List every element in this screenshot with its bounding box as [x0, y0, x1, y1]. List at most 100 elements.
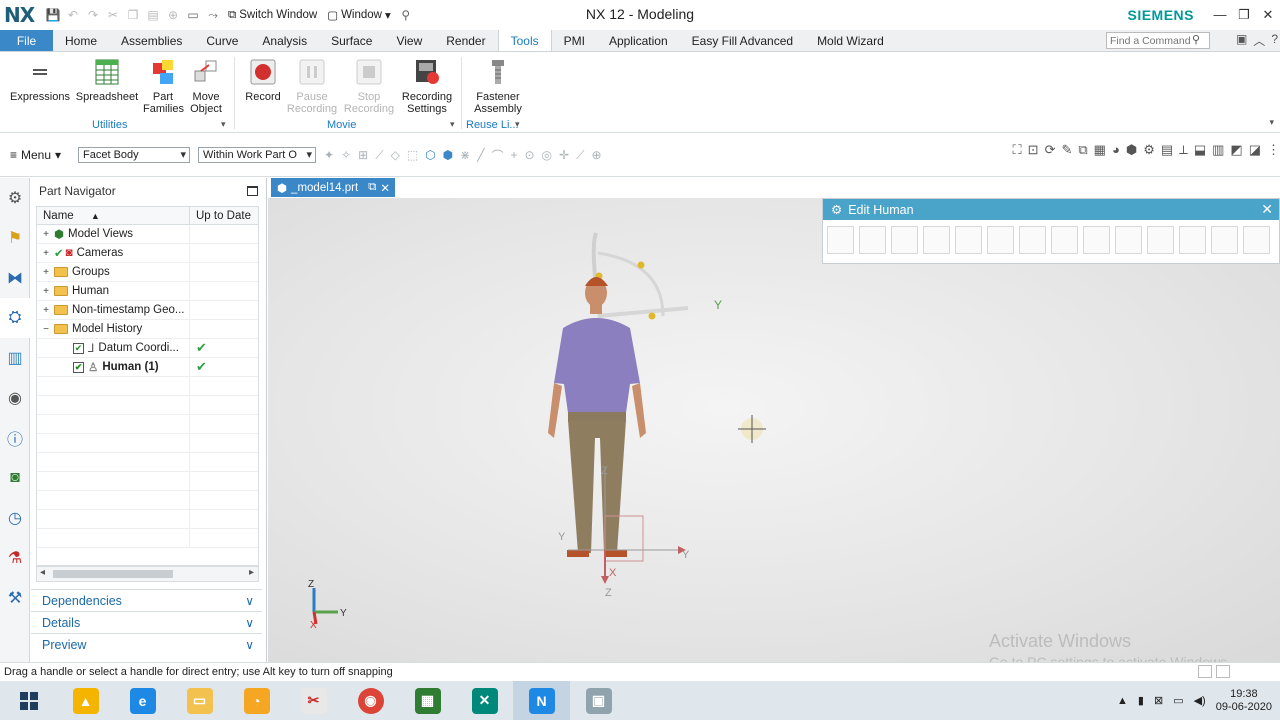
- repeat-command-icon[interactable]: ▭: [184, 6, 202, 24]
- select-body-icon[interactable]: ⬢: [443, 148, 453, 162]
- expand-icon[interactable]: +: [41, 267, 51, 278]
- tab-assemblies[interactable]: Assemblies: [109, 30, 194, 51]
- rotation-handle[interactable]: [591, 232, 689, 320]
- analysis-icon[interactable]: ⬓: [1194, 142, 1206, 158]
- fastener-assembly-button[interactable]: Fastener Assembly: [472, 57, 524, 115]
- touch-mode-icon[interactable]: ⤳: [204, 6, 222, 24]
- edit-object-display-icon[interactable]: ◪: [1249, 142, 1261, 158]
- system-clock[interactable]: 19:38 09-06-2020: [1216, 688, 1272, 714]
- cut-view-icon[interactable]: ▤: [1161, 142, 1173, 158]
- general-selection-icon[interactable]: ✦: [324, 148, 334, 162]
- paste-special-icon[interactable]: ⊕: [164, 6, 182, 24]
- horizontal-scrollbar[interactable]: ◂ ▸: [36, 566, 259, 582]
- tree-row-model-views[interactable]: + ⬢ Model Views: [37, 224, 258, 244]
- tab-view[interactable]: View: [384, 30, 434, 51]
- assembly-navigator-icon[interactable]: ⚑: [0, 218, 30, 258]
- menu-button[interactable]: ≡ Menu ▾: [0, 148, 78, 162]
- close-icon[interactable]: ✕: [1261, 201, 1273, 218]
- tree-row-human[interactable]: + Human: [37, 281, 258, 301]
- show-hide-icon[interactable]: ◩: [1230, 142, 1242, 158]
- tree-row-model-history[interactable]: − Model History: [37, 319, 258, 339]
- expand-icon[interactable]: +: [41, 305, 51, 316]
- anthropometry-icon[interactable]: [891, 226, 918, 254]
- column-name-header[interactable]: Name ▲: [37, 207, 190, 224]
- help-icon[interactable]: ?: [1271, 32, 1278, 49]
- grasp-icon[interactable]: [1115, 226, 1142, 254]
- constraint-navigator-icon[interactable]: ⧓: [0, 258, 30, 298]
- part-navigator-icon[interactable]: ⛭: [0, 298, 30, 338]
- restore-icon[interactable]: ❐: [1232, 0, 1256, 30]
- stop-recording-button[interactable]: Stop Recording: [343, 57, 395, 115]
- select-region-icon[interactable]: ⬚: [407, 148, 418, 162]
- utilities-more-icon[interactable]: ▾: [221, 119, 226, 130]
- tab-easy-fill-advanced[interactable]: Easy Fill Advanced: [680, 30, 805, 51]
- select-face-icon[interactable]: ◇: [391, 148, 400, 162]
- tab-curve[interactable]: Curve: [194, 30, 250, 51]
- document-tab[interactable]: ⬢ _model14.prt ⧉ ✕: [271, 178, 395, 197]
- close-icon[interactable]: ✕: [1256, 0, 1280, 30]
- expand-icon[interactable]: +: [41, 286, 51, 297]
- process-studio-icon[interactable]: ⚗: [0, 538, 30, 578]
- center-snap-icon[interactable]: ⊙: [524, 148, 534, 162]
- scroll-left-icon[interactable]: ◂: [40, 567, 45, 578]
- move-object-button[interactable]: Move Object: [186, 57, 226, 115]
- touch-mode-dropdown-icon[interactable]: ⚲: [397, 6, 415, 24]
- arc-snap-icon[interactable]: ⌒: [491, 147, 503, 164]
- dependencies-panel[interactable]: Dependencies ∨: [31, 589, 262, 611]
- tab-analysis[interactable]: Analysis: [250, 30, 319, 51]
- copy-icon[interactable]: ❐: [124, 6, 142, 24]
- battery-icon[interactable]: ▮: [1138, 694, 1144, 707]
- named-posture-icon[interactable]: [859, 226, 886, 254]
- cut-icon[interactable]: ✂: [104, 6, 122, 24]
- minimize-icon[interactable]: —: [1208, 0, 1232, 30]
- walk-icon[interactable]: [1083, 226, 1110, 254]
- tab-file[interactable]: File: [0, 30, 53, 51]
- tab-pmi[interactable]: PMI: [552, 30, 597, 51]
- details-panel[interactable]: Details ∨: [31, 611, 262, 633]
- taskbar-app-chrome[interactable]: ◉: [342, 681, 399, 720]
- taskbar-app-xmind[interactable]: ✕: [456, 681, 513, 720]
- window-menu-button[interactable]: ▢ Window ▾: [323, 8, 395, 22]
- snap-grid-icon[interactable]: ⋇: [460, 148, 470, 162]
- select-facet-icon[interactable]: ⬡: [425, 148, 435, 162]
- pan-icon[interactable]: ✎: [1061, 142, 1072, 158]
- mirror-posture-icon[interactable]: [987, 226, 1014, 254]
- close-tab-icon[interactable]: ✕: [380, 181, 390, 195]
- posture-prediction-icon[interactable]: [1051, 226, 1078, 254]
- line-snap-icon[interactable]: ╱: [477, 148, 484, 162]
- render-style-icon[interactable]: ▦: [1094, 142, 1106, 158]
- settings-gear-icon[interactable]: ⚙: [0, 178, 30, 218]
- toolbar-options-icon[interactable]: ⋮: [1267, 142, 1280, 158]
- tangent-snap-icon[interactable]: ⟋: [576, 148, 584, 163]
- point-snap-icon[interactable]: ✛: [559, 148, 569, 162]
- tree-row-non-timestamp-geometry[interactable]: + Non-timestamp Geo...: [37, 300, 258, 320]
- comfort-icon[interactable]: [1179, 226, 1206, 254]
- taskbar-app-chat[interactable]: ◔: [228, 681, 285, 720]
- settings-gear-icon[interactable]: ⚙: [831, 202, 842, 217]
- background-icon[interactable]: ◕: [1112, 142, 1120, 158]
- wcs-icon[interactable]: ⬢: [1126, 142, 1137, 158]
- expand-icon[interactable]: +: [41, 229, 51, 240]
- taskbar-app-ie[interactable]: e: [114, 681, 171, 720]
- layer-icon[interactable]: ▥: [1212, 142, 1224, 158]
- tree-row-human-1[interactable]: ✔ ♙ Human (1) ✔: [37, 357, 258, 377]
- tab-mold-wizard[interactable]: Mold Wizard: [805, 30, 896, 51]
- ribbon-overflow-icon[interactable]: ▾: [1269, 117, 1274, 128]
- visibility-checkbox[interactable]: ✔: [73, 342, 84, 354]
- reach-icon[interactable]: [1019, 226, 1046, 254]
- record-button[interactable]: Record: [243, 57, 283, 103]
- taskbar-app-nx[interactable]: N: [513, 681, 570, 720]
- movie-more-icon[interactable]: ▾: [450, 119, 455, 130]
- selection-info-icon[interactable]: [1198, 665, 1212, 678]
- fit-view-icon[interactable]: ⛶: [1013, 142, 1022, 158]
- quadrant-snap-icon[interactable]: ◎: [542, 148, 552, 162]
- maximize-panel-icon[interactable]: [247, 186, 258, 196]
- scrollbar-thumb[interactable]: [53, 570, 173, 578]
- bounded-grid-icon[interactable]: ⊕: [591, 148, 601, 162]
- tab-application[interactable]: Application: [597, 30, 680, 51]
- collapse-ribbon-icon[interactable]: ︿: [1253, 32, 1265, 49]
- taskbar-app-explorer[interactable]: ▭: [171, 681, 228, 720]
- intersection-snap-icon[interactable]: +: [510, 148, 517, 162]
- vision-icon[interactable]: [1147, 226, 1174, 254]
- expressions-button[interactable]: Expressions: [10, 57, 70, 103]
